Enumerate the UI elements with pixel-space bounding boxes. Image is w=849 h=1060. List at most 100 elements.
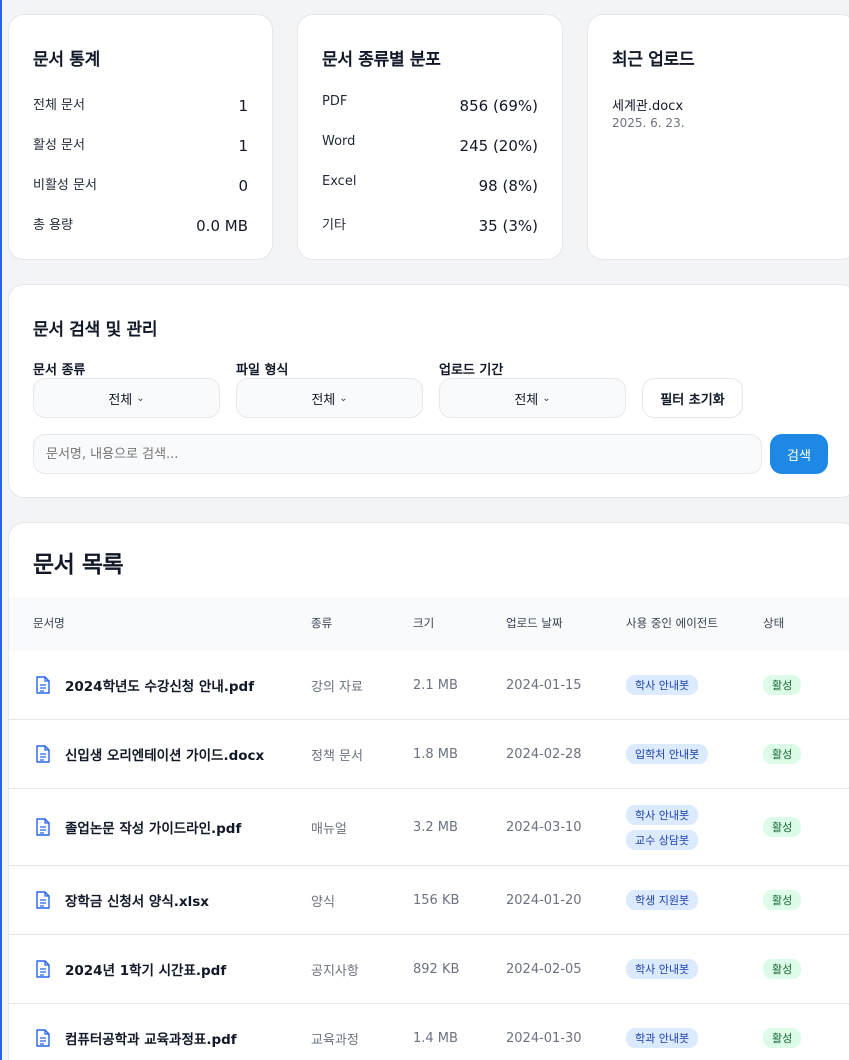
status-badge: 활성 [763,959,802,979]
column-header-size[interactable]: 크기 [413,597,434,651]
agent-badge: 학사 안내봇 [626,675,699,695]
recent-title: 최근 업로드 [612,50,695,70]
table-row[interactable]: 컴퓨터공학과 교육과정표.pdf 교육과정 1.4 MB 2024-01-30 … [9,1004,849,1060]
agent-badge: 학과 안내봇 [626,1028,699,1048]
document-type: 교육과정 [311,1032,359,1048]
table-row[interactable]: 졸업논문 작성 가이드라인.pdf 매뉴얼 3.2 MB 2024-03-10 … [9,789,849,866]
agents-cell: 학사 안내봇 [626,651,699,719]
document-type: 공지사항 [311,963,359,979]
stat-value: 1 [238,97,248,115]
agent-badge: 입학처 안내봇 [626,744,709,764]
distribution-row-other: 기타 35 (3%) [322,213,538,253]
status-badge: 활성 [763,1028,802,1048]
search-button[interactable]: 검색 [770,434,828,474]
column-header-date[interactable]: 업로드 날짜 [506,597,563,651]
distribution-label: 기타 [322,218,346,233]
column-header-agents[interactable]: 사용 중인 에이전트 [626,597,722,651]
stat-label: 전체 문서 [33,98,85,113]
select-value: 전체 [108,392,133,408]
table-row[interactable]: 2024년 1학기 시간표.pdf 공지사항 892 KB 2024-02-05… [9,935,849,1004]
filter-label-doc-type: 문서 종류 [33,363,86,378]
table-body: 2024학년도 수강신청 안내.pdf 강의 자료 2.1 MB 2024-01… [9,651,849,1060]
upload-date: 2024-01-15 [506,677,582,693]
document-type: 정책 문서 [311,748,363,764]
distribution-label: Excel [322,174,357,189]
agent-badge: 학사 안내봇 [626,804,699,825]
agents-cell: 학과 안내봇 [626,1004,699,1060]
upload-date: 2024-02-28 [506,746,582,762]
distribution-value: 245 (20%) [459,137,538,155]
document-name-cell[interactable]: 2024학년도 수강신청 안내.pdf [35,651,254,719]
stat-row-total: 전체 문서 1 [33,93,248,133]
upload-period-select[interactable]: 전체 ⌄ [439,378,626,418]
upload-date: 2024-01-30 [506,1030,582,1046]
document-name-cell[interactable]: 신입생 오리엔테이션 가이드.docx [35,720,264,788]
status-badge: 활성 [763,817,802,837]
status-cell: 활성 [763,720,802,788]
stat-row-active: 활성 문서 1 [33,133,248,173]
stat-row-size: 총 용량 0.0 MB [33,213,248,253]
distribution-value: 35 (3%) [478,217,538,235]
stat-value: 1 [238,137,248,155]
chevron-down-icon: ⌄ [542,392,551,404]
type-distribution-card: 문서 종류별 분포 PDF 856 (69%) Word 245 (20%) E… [297,14,563,260]
status-cell: 활성 [763,935,802,1003]
upload-date: 2024-03-10 [506,819,582,835]
document-icon [36,818,50,836]
upload-date: 2024-02-05 [506,961,582,977]
document-icon [36,676,50,694]
document-icon [36,960,50,978]
column-header-name[interactable]: 문서명 [33,597,65,651]
select-value: 전체 [514,392,539,408]
table-row[interactable]: 2024학년도 수강신청 안내.pdf 강의 자료 2.1 MB 2024-01… [9,651,849,720]
document-icon [36,891,50,909]
document-name: 2024년 1학기 시간표.pdf [65,963,227,979]
document-size: 892 KB [413,961,460,977]
left-border [0,0,2,1060]
document-name-cell[interactable]: 장학금 신청서 양식.xlsx [35,866,209,934]
stat-label: 총 용량 [33,218,74,233]
document-size: 1.4 MB [413,1030,458,1046]
agents-cell: 학사 안내봇 교수 상담봇 [626,789,699,865]
upload-date: 2024-01-20 [506,892,582,908]
column-header-status[interactable]: 상태 [763,597,784,651]
search-title: 문서 검색 및 관리 [33,320,158,340]
search-input[interactable] [33,434,762,474]
document-name-cell[interactable]: 2024년 1학기 시간표.pdf [35,935,226,1003]
document-stats-card: 문서 통계 전체 문서 1 활성 문서 1 비활성 문서 0 총 용량 0.0 … [8,14,273,260]
table-row[interactable]: 신입생 오리엔테이션 가이드.docx 정책 문서 1.8 MB 2024-02… [9,720,849,789]
table-row[interactable]: 장학금 신청서 양식.xlsx 양식 156 KB 2024-01-20 학생 … [9,866,849,935]
distribution-row-pdf: PDF 856 (69%) [322,93,538,133]
list-title: 문서 목록 [33,552,124,578]
status-cell: 활성 [763,1004,802,1060]
reset-filters-button[interactable]: 필터 초기화 [642,378,743,418]
stat-value: 0.0 MB [196,217,248,235]
table-header: 문서명 종류 크기 업로드 날짜 사용 중인 에이전트 상태 [9,597,849,651]
distribution-row-word: Word 245 (20%) [322,133,538,173]
document-size: 1.8 MB [413,746,458,762]
document-icon [36,745,50,763]
stat-label: 활성 문서 [33,138,85,153]
recent-file-date: 2025. 6. 23. [612,116,685,130]
filter-label-file-format: 파일 형식 [236,363,289,378]
recent-upload-card: 최근 업로드 세계관.docx 2025. 6. 23. [587,14,849,260]
status-badge: 활성 [763,890,802,910]
document-icon [36,1029,50,1047]
chevron-down-icon: ⌄ [339,392,348,404]
document-name: 신입생 오리엔테이션 가이드.docx [65,748,265,764]
agents-cell: 학생 지원봇 [626,866,699,934]
agent-badge: 학생 지원봇 [626,890,699,910]
document-name-cell[interactable]: 졸업논문 작성 가이드라인.pdf [35,789,241,865]
filter-label-upload-period: 업로드 기간 [439,363,504,378]
column-header-type[interactable]: 종류 [311,597,332,651]
file-format-select[interactable]: 전체 ⌄ [236,378,423,418]
select-value: 전체 [311,392,336,408]
agents-cell: 입학처 안내봇 [626,720,709,788]
doc-type-select[interactable]: 전체 ⌄ [33,378,220,418]
agent-badge: 교수 상담봇 [626,829,699,850]
search-card: 문서 검색 및 관리 문서 종류 전체 ⌄ 파일 형식 전체 ⌄ 업로드 기간 … [8,284,849,498]
distribution-label: Word [322,134,356,149]
recent-file-name[interactable]: 세계관.docx [612,95,683,114]
status-cell: 활성 [763,866,802,934]
document-name-cell[interactable]: 컴퓨터공학과 교육과정표.pdf [35,1004,237,1060]
